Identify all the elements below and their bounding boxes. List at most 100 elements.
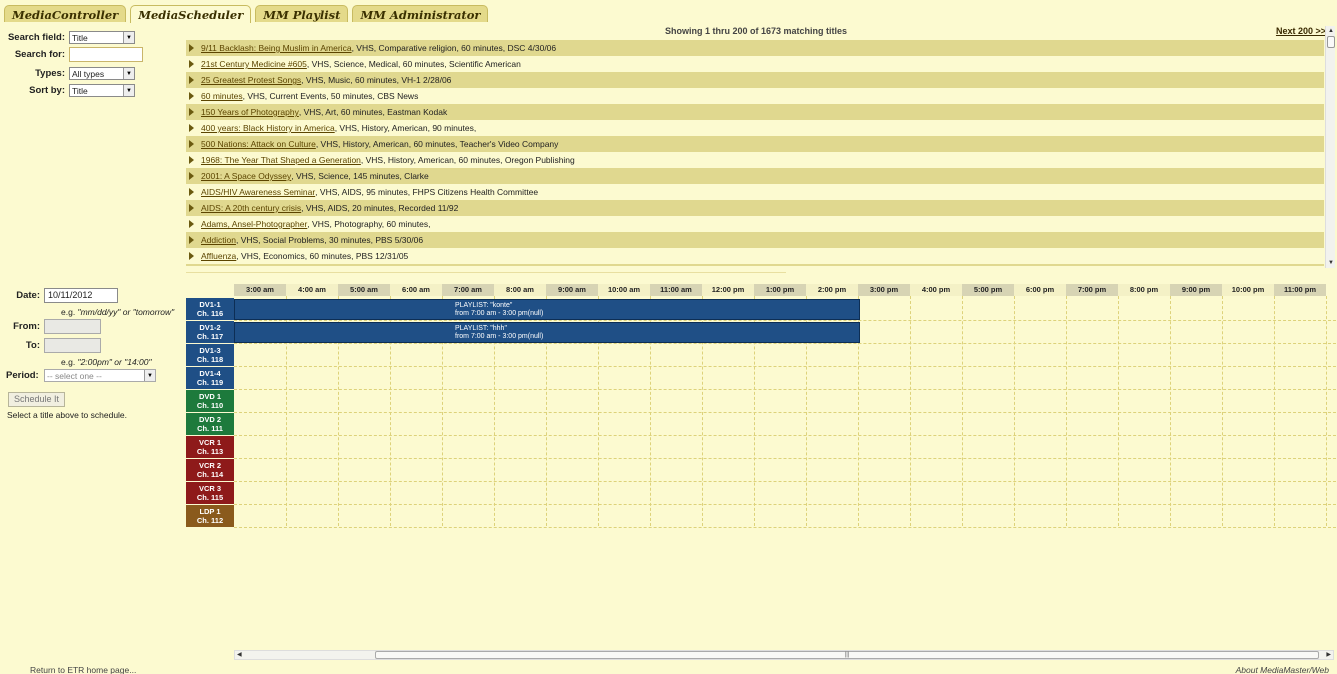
list-item[interactable]: AIDS: A 20th century crisis, VHS, AIDS, … bbox=[186, 200, 1324, 216]
tab-mediacontroller[interactable]: MediaController bbox=[4, 5, 127, 22]
scrollbar-thumb[interactable]: ||| bbox=[375, 651, 1319, 659]
list-item[interactable]: Adams, Ansel-Photographer, VHS, Photogra… bbox=[186, 216, 1324, 232]
expand-triangle-icon[interactable] bbox=[189, 252, 194, 260]
channel-label[interactable]: DV1-4 Ch. 119 bbox=[186, 367, 234, 389]
tab-mediascheduler[interactable]: MediaScheduler bbox=[130, 5, 252, 23]
title-link[interactable]: 150 Years of Photography bbox=[201, 107, 299, 117]
expand-triangle-icon[interactable] bbox=[189, 140, 194, 148]
time-column-header: 7:00 pm bbox=[1066, 284, 1118, 296]
results-scrollbar[interactable]: ▲ ▼ bbox=[1325, 26, 1335, 268]
next-page-link[interactable]: Next 200 >> bbox=[1276, 26, 1326, 36]
list-item[interactable]: AIDS/HIV Awareness Seminar, VHS, AIDS, 9… bbox=[186, 184, 1324, 200]
list-item[interactable]: Affluenza, VHS, Economics, 60 minutes, P… bbox=[186, 248, 1324, 264]
channel-label[interactable]: DVD 1 Ch. 110 bbox=[186, 390, 234, 412]
channel-name: VCR 3 bbox=[198, 484, 222, 493]
expand-triangle-icon[interactable] bbox=[189, 92, 194, 100]
time-column-header: 8:00 am bbox=[494, 284, 546, 296]
period-select[interactable]: -- select one -- ▼ bbox=[44, 369, 156, 382]
schedule-it-button[interactable]: Schedule It bbox=[8, 392, 66, 407]
list-item[interactable]: 9/11 Backlash: Being Muslim in America, … bbox=[186, 40, 1324, 56]
expand-triangle-icon[interactable] bbox=[189, 60, 194, 68]
channel-label[interactable]: DV1-2 Ch. 117 bbox=[186, 321, 234, 343]
expand-triangle-icon[interactable] bbox=[189, 188, 194, 196]
tab-mm-playlist[interactable]: MM Playlist bbox=[255, 5, 349, 22]
from-time-field[interactable] bbox=[44, 319, 101, 334]
types-select[interactable]: All types ▼ bbox=[69, 67, 135, 80]
tab-bar: MediaController MediaScheduler MM Playli… bbox=[4, 5, 492, 23]
list-item[interactable]: 500 Nations: Attack on Culture, VHS, His… bbox=[186, 136, 1324, 152]
expand-triangle-icon[interactable] bbox=[189, 236, 194, 244]
schedule-row[interactable] bbox=[234, 367, 1336, 390]
scrollbar-thumb[interactable] bbox=[1327, 36, 1335, 48]
list-item[interactable]: 150 Years of Photography, VHS, Art, 60 m… bbox=[186, 104, 1324, 120]
to-time-field[interactable] bbox=[44, 338, 101, 353]
schedule-row[interactable] bbox=[234, 505, 1336, 528]
channel-number: Ch. 117 bbox=[196, 332, 224, 341]
chevron-down-icon: ▼ bbox=[123, 85, 134, 96]
channel-label[interactable]: VCR 2 Ch. 114 bbox=[186, 459, 234, 481]
channel-label[interactable]: VCR 3 Ch. 115 bbox=[186, 482, 234, 504]
scroll-left-icon[interactable]: ◀ bbox=[237, 651, 242, 658]
about-link[interactable]: About MediaMaster/Web bbox=[1236, 665, 1329, 674]
expand-triangle-icon[interactable] bbox=[189, 124, 194, 132]
title-link[interactable]: AIDS: A 20th century crisis bbox=[201, 203, 301, 213]
title-link[interactable]: 9/11 Backlash: Being Muslim in America bbox=[201, 43, 352, 53]
title-link[interactable]: 60 minutes bbox=[201, 91, 243, 101]
search-input[interactable] bbox=[69, 47, 143, 62]
expand-triangle-icon[interactable] bbox=[189, 204, 194, 212]
schedule-row[interactable] bbox=[234, 482, 1336, 505]
channel-number: Ch. 110 bbox=[196, 401, 224, 410]
event-title: PLAYLIST: "konte" bbox=[455, 302, 513, 309]
list-item-partial bbox=[186, 264, 1324, 266]
title-link[interactable]: 2001: A Space Odyssey bbox=[201, 171, 291, 181]
search-field-select[interactable]: Title ▼ bbox=[69, 31, 135, 44]
list-item[interactable]: Addiction, VHS, Social Problems, 30 minu… bbox=[186, 232, 1324, 248]
expand-triangle-icon[interactable] bbox=[189, 108, 194, 116]
list-item[interactable]: 60 minutes, VHS, Current Events, 50 minu… bbox=[186, 88, 1324, 104]
title-link[interactable]: 400 years: Black History in America bbox=[201, 123, 335, 133]
list-item[interactable]: 400 years: Black History in America, VHS… bbox=[186, 120, 1324, 136]
scheduled-event[interactable]: PLAYLIST: "konte" from 7:00 am - 3:00 pm(… bbox=[234, 299, 860, 320]
expand-triangle-icon[interactable] bbox=[189, 220, 194, 228]
scroll-down-icon[interactable]: ▼ bbox=[1326, 258, 1336, 268]
sort-select[interactable]: Title ▼ bbox=[69, 84, 135, 97]
search-field-label: Search field: bbox=[7, 32, 65, 43]
list-item[interactable]: 2001: A Space Odyssey, VHS, Science, 145… bbox=[186, 168, 1324, 184]
schedule-row[interactable] bbox=[234, 344, 1336, 367]
channel-label[interactable]: DV1-3 Ch. 118 bbox=[186, 344, 234, 366]
schedule-row[interactable] bbox=[234, 459, 1336, 482]
expand-triangle-icon[interactable] bbox=[189, 156, 194, 164]
list-item[interactable]: 25 Greatest Protest Songs, VHS, Music, 6… bbox=[186, 72, 1324, 88]
expand-triangle-icon[interactable] bbox=[189, 76, 194, 84]
title-link[interactable]: AIDS/HIV Awareness Seminar bbox=[201, 187, 315, 197]
title-link[interactable]: 500 Nations: Attack on Culture bbox=[201, 139, 316, 149]
channel-label[interactable]: DV1-1 Ch. 116 bbox=[186, 298, 234, 320]
time-column-header: 6:00 pm bbox=[1014, 284, 1066, 296]
time-column-header: 5:00 am bbox=[338, 284, 390, 296]
title-details: , VHS, History, American, 90 minutes, bbox=[334, 123, 477, 133]
title-link[interactable]: 1968: The Year That Shaped a Generation bbox=[201, 155, 361, 165]
tab-mm-administrator[interactable]: MM Administrator bbox=[352, 5, 489, 22]
expand-triangle-icon[interactable] bbox=[189, 44, 194, 52]
title-link[interactable]: Affluenza bbox=[201, 251, 236, 261]
scroll-right-icon[interactable]: ▶ bbox=[1326, 651, 1331, 658]
schedule-row[interactable] bbox=[234, 436, 1336, 459]
expand-triangle-icon[interactable] bbox=[189, 172, 194, 180]
results-header: Showing 1 thru 200 of 1673 matching titl… bbox=[186, 26, 1326, 38]
return-home-link[interactable]: Return to ETR home page... bbox=[30, 665, 136, 674]
list-item[interactable]: 1968: The Year That Shaped a Generation,… bbox=[186, 152, 1324, 168]
channel-label[interactable]: LDP 1 Ch. 112 bbox=[186, 505, 234, 527]
scroll-up-icon[interactable]: ▲ bbox=[1326, 26, 1336, 36]
schedule-scrollbar[interactable]: ◀ ||| ▶ bbox=[234, 650, 1334, 660]
title-link[interactable]: Adams, Ansel-Photographer bbox=[201, 219, 307, 229]
channel-label[interactable]: DVD 2 Ch. 111 bbox=[186, 413, 234, 435]
list-item[interactable]: 21st Century Medicine #605, VHS, Science… bbox=[186, 56, 1324, 72]
date-field[interactable]: 10/11/2012 bbox=[44, 288, 118, 303]
title-link[interactable]: 21st Century Medicine #605 bbox=[201, 59, 307, 69]
schedule-row[interactable] bbox=[234, 413, 1336, 436]
title-link[interactable]: 25 Greatest Protest Songs bbox=[201, 75, 301, 85]
channel-label[interactable]: VCR 1 Ch. 113 bbox=[186, 436, 234, 458]
scheduled-event[interactable]: PLAYLIST: "hhh" from 7:00 am - 3:00 pm(nu… bbox=[234, 322, 860, 343]
title-link[interactable]: Addiction bbox=[201, 235, 236, 245]
schedule-row[interactable] bbox=[234, 390, 1336, 413]
